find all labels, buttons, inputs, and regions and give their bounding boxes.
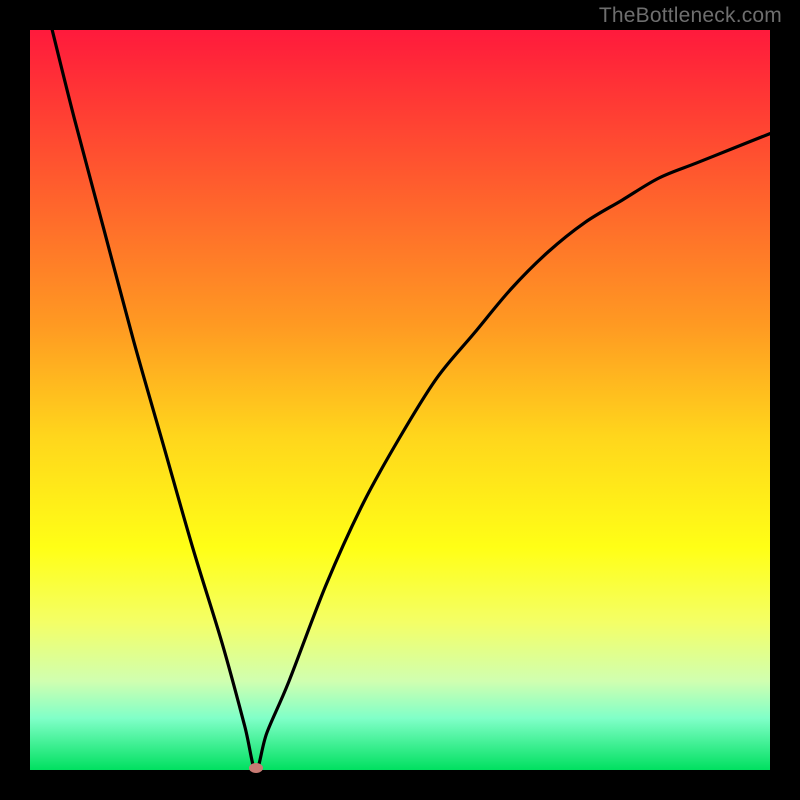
bottleneck-curve (30, 30, 770, 770)
watermark-text: TheBottleneck.com (599, 4, 782, 28)
chart-frame: TheBottleneck.com (0, 0, 800, 800)
minimum-marker (249, 763, 263, 773)
plot-area (30, 30, 770, 770)
